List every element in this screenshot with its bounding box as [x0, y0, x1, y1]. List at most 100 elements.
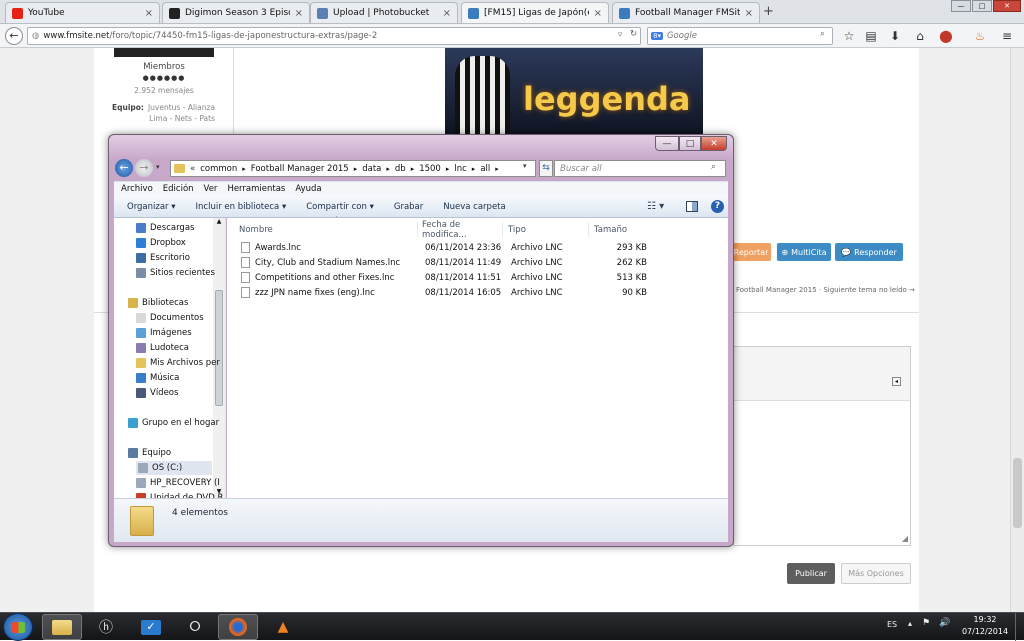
browser-tab[interactable]: YouTube ×: [5, 2, 160, 23]
explorer-address-bar[interactable]: « common ▸ Football Manager 2015 ▸ data ▸ db ▸ 1…: [170, 160, 536, 177]
file-row[interactable]: Competitions and other Fixes.lnc 08/11/2…: [235, 271, 725, 286]
nav-item[interactable]: Documentos: [136, 311, 204, 325]
file-row[interactable]: City, Club and Stadium Names.lnc 08/11/2…: [235, 256, 725, 271]
show-desktop-button[interactable]: [1015, 613, 1024, 641]
breadcrumb-item[interactable]: data: [362, 164, 381, 174]
nav-item[interactable]: Mis Archivos per: [136, 356, 220, 370]
breadcrumb-item[interactable]: all: [480, 164, 490, 174]
start-button[interactable]: [3, 613, 33, 641]
close-tab-icon[interactable]: ×: [145, 8, 153, 19]
breadcrumb-item[interactable]: common: [200, 164, 237, 174]
nav-item[interactable]: Dropbox: [136, 236, 186, 250]
nav-item[interactable]: Música: [136, 371, 179, 385]
breadcrumb-item[interactable]: 1500: [419, 164, 441, 174]
browser-maximize-button[interactable]: □: [972, 0, 992, 12]
menu-item[interactable]: Ver: [204, 184, 218, 194]
dropdown-arrow-icon[interactable]: ▿: [618, 30, 622, 40]
breadcrumb-overflow-icon[interactable]: «: [190, 164, 195, 174]
command-button[interactable]: Grabar: [394, 202, 423, 212]
menu-item[interactable]: Ayuda: [295, 184, 321, 194]
resize-grip-icon[interactable]: ◢: [902, 534, 908, 543]
volume-icon[interactable]: 🔊: [939, 618, 950, 628]
file-row[interactable]: Awards.lnc 06/11/2014 23:36 Archivo LNC …: [235, 241, 725, 256]
breadcrumb-separator-icon[interactable]: ▸: [495, 165, 499, 173]
refresh-icon[interactable]: ⇆: [539, 160, 553, 177]
command-button[interactable]: Incluir en biblioteca ▾: [196, 202, 287, 212]
file-row[interactable]: zzz JPN name fixes (eng).lnc 08/11/2014 …: [235, 286, 725, 301]
column-header-date[interactable]: Fecha de modifica...: [418, 220, 503, 240]
reload-icon[interactable]: ↻: [630, 29, 637, 39]
breadcrumb-separator-icon[interactable]: ▸: [354, 165, 358, 173]
browser-search-input[interactable]: 8▾ Google ⌕: [647, 27, 833, 45]
clock-date[interactable]: 07/12/2014: [958, 627, 1012, 636]
column-header-name[interactable]: Nombre: [235, 222, 418, 237]
nav-item[interactable]: Grupo en el hogar: [128, 416, 219, 430]
network-icon[interactable]: ⚑: [922, 618, 930, 628]
back-arrow-icon[interactable]: ←: [5, 27, 23, 45]
nav-item[interactable]: Vídeos: [136, 386, 178, 400]
breadcrumb-item[interactable]: Football Manager 2015: [251, 164, 349, 174]
nav-scroll-up-icon[interactable]: ▲: [213, 218, 225, 225]
taskbar-firefox[interactable]: [218, 614, 258, 640]
explorer-title-bar[interactable]: — □ ✕: [109, 135, 733, 159]
close-tab-icon[interactable]: ×: [295, 8, 303, 19]
command-button[interactable]: Organizar ▾: [127, 202, 176, 212]
magnifier-icon[interactable]: ⌕: [820, 29, 825, 39]
more-options-button[interactable]: Más Opciones: [841, 563, 911, 584]
reply-editor[interactable]: ◂ ◢: [733, 346, 911, 546]
firefox-addon-icon[interactable]: ♨: [973, 29, 987, 43]
browser-tab[interactable]: Upload | Photobucket ×: [310, 2, 458, 23]
menu-item[interactable]: Herramientas: [227, 184, 285, 194]
nav-item[interactable]: Escritorio: [136, 251, 190, 265]
breadcrumb-item[interactable]: db: [395, 164, 406, 174]
preview-pane-icon[interactable]: [686, 201, 698, 212]
nav-item[interactable]: OS (C:): [136, 461, 212, 475]
command-button[interactable]: Nueva carpeta: [443, 202, 505, 212]
nav-item[interactable]: Sitios recientes: [136, 266, 215, 280]
browser-close-button[interactable]: ✕: [993, 0, 1021, 12]
topic-navigation[interactable]: Football Manager 2015 · Siguiente tema n…: [736, 286, 915, 294]
breadcrumb-separator-icon[interactable]: ▸: [242, 165, 246, 173]
breadcrumb-separator-icon[interactable]: ▸: [386, 165, 390, 173]
command-button[interactable]: Compartir con ▾: [306, 202, 374, 212]
tray-arrow-icon[interactable]: ▴: [908, 619, 912, 628]
editor-resize-icon[interactable]: ◂: [892, 377, 901, 386]
browser-minimize-button[interactable]: —: [951, 0, 971, 12]
nav-item[interactable]: Imágenes: [136, 326, 192, 340]
bookmarks-list-icon[interactable]: ▤: [864, 29, 878, 43]
google-search-icon[interactable]: 8▾: [651, 32, 663, 40]
column-header-type[interactable]: Tipo: [504, 222, 589, 237]
explorer-search-icon[interactable]: ⌕: [711, 162, 716, 172]
explorer-maximize-button[interactable]: □: [679, 136, 701, 151]
taskbar-vlc[interactable]: ▲: [263, 614, 303, 640]
taskbar-explorer[interactable]: [42, 614, 82, 640]
page-scroll-thumb[interactable]: [1013, 458, 1022, 528]
reply-button[interactable]: 💬 Responder: [835, 243, 903, 261]
nav-scroll-thumb[interactable]: [215, 290, 223, 406]
breadcrumb-separator-icon[interactable]: ▸: [472, 165, 476, 173]
breadcrumb-item[interactable]: lnc: [454, 164, 466, 174]
new-tab-button[interactable]: +: [763, 4, 774, 19]
nav-item[interactable]: Equipo: [128, 446, 171, 460]
column-header-size[interactable]: Tamaño: [590, 222, 650, 237]
view-options-icon[interactable]: ☷ ▾: [647, 201, 664, 212]
home-icon[interactable]: ⌂: [913, 29, 927, 43]
explorer-close-button[interactable]: ✕: [701, 136, 727, 151]
nav-item[interactable]: Unidad de DVD R: [136, 491, 223, 498]
taskbar-mail[interactable]: ✓: [131, 614, 171, 640]
language-indicator[interactable]: ES: [887, 620, 897, 629]
browser-tab[interactable]: Digimon Season 3 Episode ... ×: [162, 2, 310, 23]
nav-item[interactable]: HP_RECOVERY (I: [136, 476, 220, 490]
nav-item[interactable]: Bibliotecas: [128, 296, 188, 310]
page-scrollbar[interactable]: [1010, 48, 1024, 612]
explorer-forward-icon[interactable]: →: [135, 159, 153, 177]
report-button[interactable]: Reportar: [731, 243, 771, 261]
clock-time[interactable]: 19:32: [958, 615, 1012, 624]
adblock-icon[interactable]: ⬤: [939, 29, 953, 43]
nav-item[interactable]: Descargas: [136, 221, 194, 235]
address-dropdown-icon[interactable]: ▾: [523, 162, 527, 170]
menu-item[interactable]: Archivo: [121, 184, 153, 194]
multicita-button[interactable]: ⊕ MultiCita: [777, 243, 831, 261]
menu-item[interactable]: Edición: [163, 184, 194, 194]
breadcrumb-separator-icon[interactable]: ▸: [446, 165, 450, 173]
